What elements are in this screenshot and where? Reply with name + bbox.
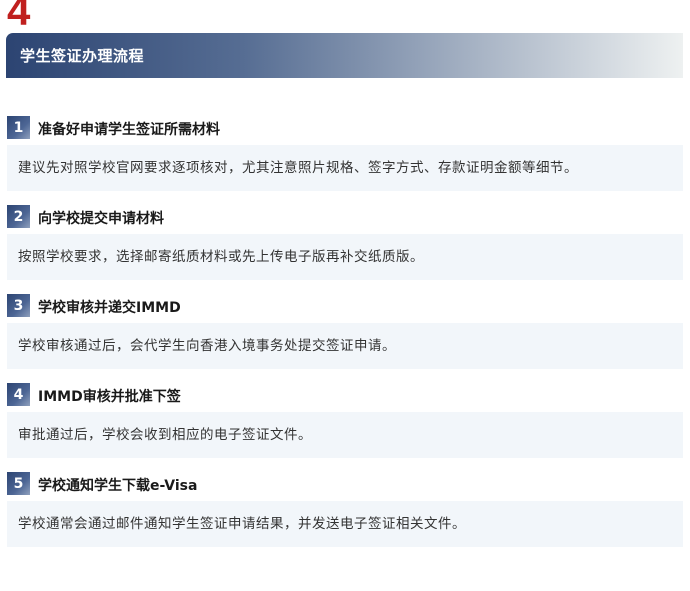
step-header: 3 学校审核并递交IMMD [7,289,683,323]
step-title: 学校通知学生下载e-Visa [38,478,198,494]
step-number-badge: 5 [7,472,30,495]
step-number-badge: 4 [7,383,30,406]
step-header: 5 学校通知学生下载e-Visa [7,467,683,501]
step-3: 3 学校审核并递交IMMD 学校审核通过后，会代学生向香港入境事务处提交签证申请… [7,289,683,369]
steps-list: 1 准备好申请学生签证所需材料 建议先对照学校官网要求逐项核对，尤其注意照片规格… [7,111,683,547]
step-1: 1 准备好申请学生签证所需材料 建议先对照学校官网要求逐项核对，尤其注意照片规格… [7,111,683,191]
step-description: 审批通过后，学校会收到相应的电子签证文件。 [7,412,683,458]
step-header: 2 向学校提交申请材料 [7,200,683,234]
section-number: 4 [7,0,31,34]
step-header: 1 准备好申请学生签证所需材料 [7,111,683,145]
step-description: 学校通常会通过邮件通知学生签证申请结果，并发送电子签证相关文件。 [7,501,683,547]
step-description: 按照学校要求，选择邮寄纸质材料或先上传电子版再补交纸质版。 [7,234,683,280]
step-number-badge: 1 [7,116,30,139]
step-title: 学校审核并递交IMMD [38,300,181,316]
step-title: IMMD审核并批准下签 [38,389,181,405]
step-title: 向学校提交申请材料 [38,211,164,227]
step-number-badge: 2 [7,205,30,228]
step-4: 4 IMMD审核并批准下签 审批通过后，学校会收到相应的电子签证文件。 [7,378,683,458]
step-number-badge: 3 [7,294,30,317]
section-title: 学生签证办理流程 [20,47,145,65]
step-header: 4 IMMD审核并批准下签 [7,378,683,412]
section-title-bar: 学生签证办理流程 [6,33,683,78]
step-title: 准备好申请学生签证所需材料 [38,122,220,138]
step-5: 5 学校通知学生下载e-Visa 学校通常会通过邮件通知学生签证申请结果，并发送… [7,467,683,547]
step-description: 建议先对照学校官网要求逐项核对，尤其注意照片规格、签字方式、存款证明金额等细节。 [7,145,683,191]
step-description: 学校审核通过后，会代学生向香港入境事务处提交签证申请。 [7,323,683,369]
step-2: 2 向学校提交申请材料 按照学校要求，选择邮寄纸质材料或先上传电子版再补交纸质版… [7,200,683,280]
